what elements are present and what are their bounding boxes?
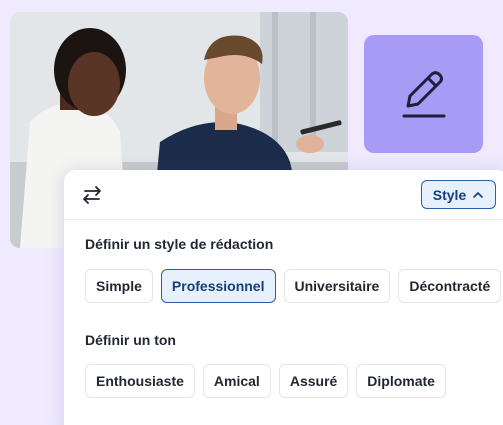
style-button-label: Style — [432, 186, 467, 203]
tone-option-assure[interactable]: Assuré — [278, 364, 349, 398]
tone-option-enthousiaste[interactable]: Enthousiaste — [85, 364, 195, 398]
style-section-title: Définir un style de rédaction — [85, 236, 274, 252]
swap-arrows-icon[interactable] — [80, 183, 104, 207]
style-panel: Style Définir un style de rédaction Simp… — [64, 170, 503, 425]
tone-options: Enthousiaste Amical Assuré Diplomate — [85, 364, 446, 398]
chevron-up-icon — [473, 191, 484, 198]
style-button[interactable]: Style — [421, 180, 496, 209]
style-option-simple[interactable]: Simple — [85, 269, 153, 303]
style-option-decontracte[interactable]: Décontracté — [398, 269, 502, 303]
pencil-icon — [402, 71, 445, 118]
style-options: Simple Professionnel Universitaire Décon… — [85, 269, 502, 303]
pencil-tile — [364, 35, 483, 153]
style-option-universitaire[interactable]: Universitaire — [283, 269, 391, 303]
tone-option-diplomate[interactable]: Diplomate — [356, 364, 446, 398]
panel-header: Style — [64, 170, 503, 220]
tone-option-amical[interactable]: Amical — [202, 364, 271, 398]
tone-section-title: Définir un ton — [85, 332, 176, 348]
style-option-professionnel[interactable]: Professionnel — [160, 269, 276, 303]
